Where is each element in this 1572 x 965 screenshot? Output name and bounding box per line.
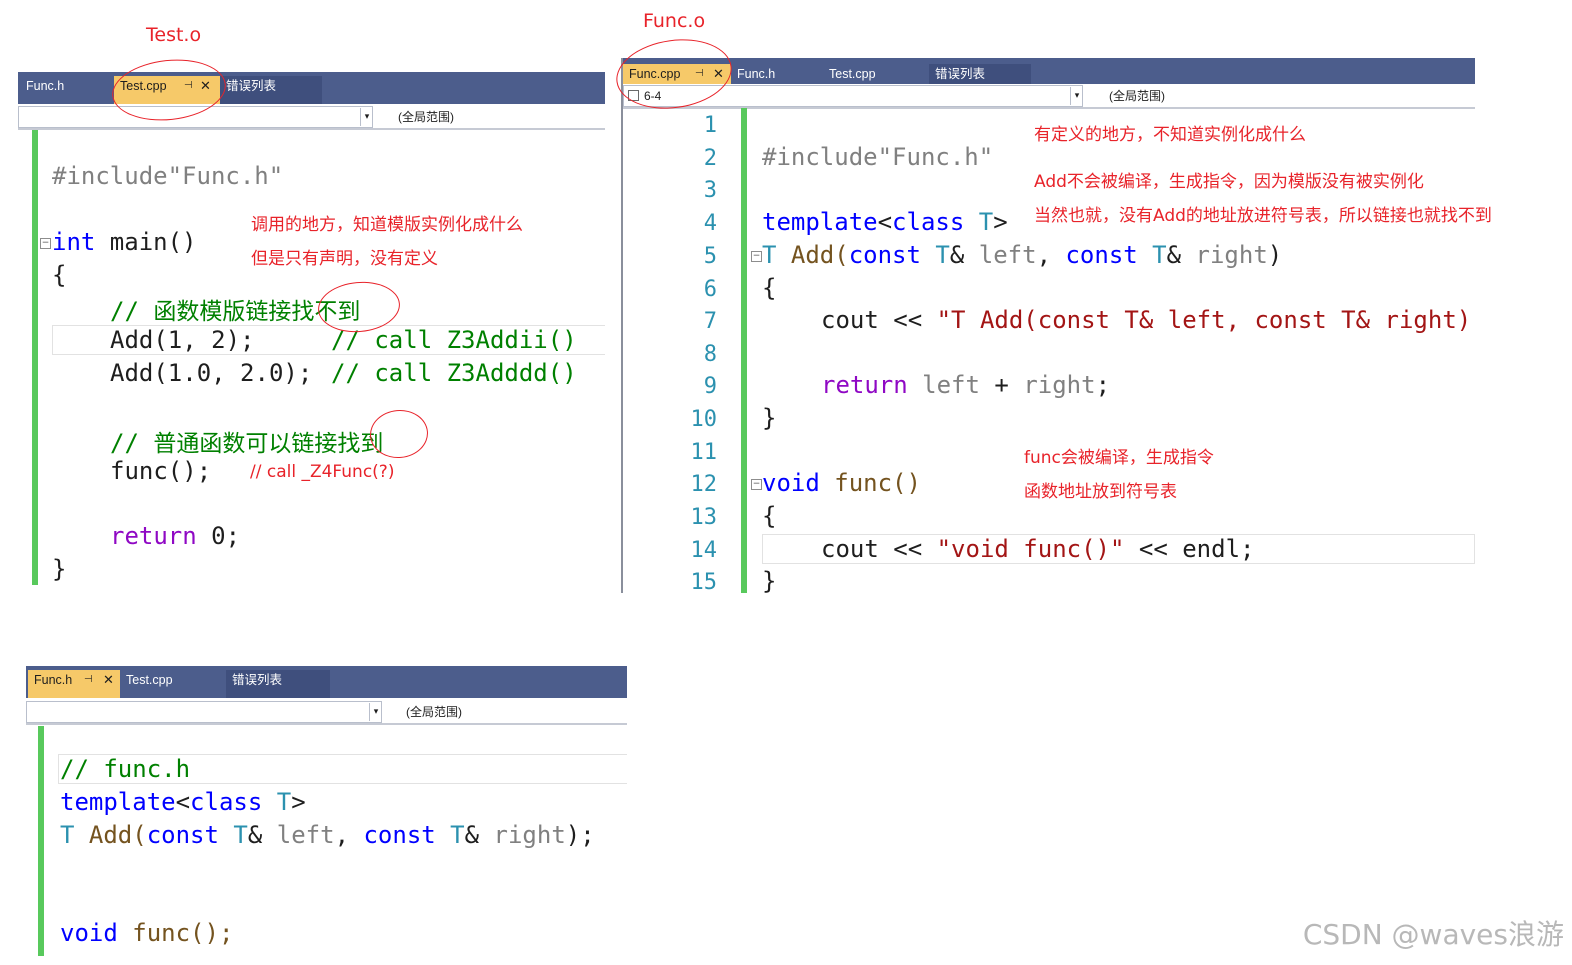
code-line-func-close-brace: } (762, 567, 777, 593)
tab-test-cpp[interactable]: Test.cpp (120, 670, 226, 698)
line-number: 9 (703, 374, 717, 399)
change-bar (32, 130, 38, 585)
line-number: 6 (703, 277, 717, 302)
tab-error-list[interactable]: 错误列表 (220, 76, 322, 104)
line-number: 7 (703, 309, 717, 334)
annotation-def-site-1: 有定义的地方，不知道实例化成什么 (1034, 125, 1306, 145)
test-cpp-editor: Func.h Test.cpp ⊣ ✕ 错误列表 ▾ (全局范围) − #inc… (18, 72, 605, 592)
code-line-add-close-brace: } (762, 404, 777, 432)
line-number: 12 (690, 472, 718, 497)
code-line-template: template<class T> (762, 208, 1008, 236)
tab-func-h[interactable]: Func.h ⊣ ✕ (28, 670, 120, 698)
code-line-return: return 0; (110, 522, 241, 550)
func-h-editor: Func.h ⊣ ✕ Test.cpp 错误列表 ▾ (全局范围) // fun… (26, 666, 627, 956)
annotation-def-site-2: Add不会被编译，生成指令，因为模版没有被实例化 (1034, 172, 1424, 192)
change-bar (38, 726, 44, 956)
code-line-comment-normal: // 普通函数可以链接找到 (110, 429, 384, 457)
code-line-add-declaration: T Add(const T& left, const T& right); (60, 821, 595, 849)
line-number: 5 (703, 244, 717, 269)
line-number: 4 (703, 211, 717, 236)
tab-func-h[interactable]: Func.h (731, 64, 823, 84)
annotation-call-site-2: 但是只有声明，没有定义 (251, 249, 438, 269)
navigation-bar: ▾ (全局范围) (18, 106, 605, 130)
code-line-func-open-brace: { (762, 502, 777, 530)
fold-icon[interactable]: − (751, 251, 762, 262)
pin-icon[interactable]: ⊣ (84, 670, 93, 690)
annotation-func-site-2: 函数地址放到符号表 (1024, 482, 1177, 502)
scope-dropdown[interactable]: (全局范围) (406, 701, 462, 723)
tab-error-list[interactable]: 错误列表 (226, 670, 330, 698)
line-number: 15 (690, 570, 718, 593)
code-line-return: return left + right; (821, 371, 1111, 399)
tab-error-list[interactable]: 错误列表 (929, 64, 1031, 84)
fold-icon[interactable]: − (40, 238, 51, 249)
code-line-func-signature: void func() (762, 469, 921, 497)
annotation-call-site-1: 调用的地方，知道模版实例化成什么 (251, 215, 523, 235)
code-line-cout-add: cout << "T Add(const T& left, const T& r… (821, 306, 1472, 334)
annotation-func-site-1: func会被编译，生成指令 (1024, 448, 1214, 468)
code-line-template: template<class T> (60, 788, 306, 816)
code-line-cout-func: cout << "void func()" << endl; (821, 535, 1255, 563)
code-line-include: #include"Func.h" (52, 162, 284, 190)
line-number: 13 (690, 505, 718, 530)
line-number: 1 (703, 113, 717, 138)
chevron-down-icon[interactable]: ▾ (369, 703, 382, 721)
chevron-down-icon[interactable]: ▾ (360, 108, 373, 126)
annotation-def-site-3: 当然也就，没有Add的地址放进符号表，所以链接也就找不到 (1034, 206, 1492, 226)
chevron-down-icon[interactable]: ▾ (1070, 87, 1083, 105)
code-line-main: int main() (52, 228, 197, 256)
line-number: 10 (690, 407, 718, 432)
tab-bar: Func.cpp ⊣ ✕ Func.h Test.cpp 错误列表 (623, 58, 1475, 84)
scope-dropdown[interactable]: (全局范围) (398, 106, 454, 128)
code-line-include: #include"Func.h" (762, 143, 994, 171)
fold-icon[interactable]: − (751, 479, 762, 490)
line-number: 2 (703, 146, 717, 171)
line-number: 11 (690, 440, 718, 465)
line-number: 3 (703, 178, 717, 203)
navigation-bar: 6-4 ▾ (全局范围) (623, 85, 1475, 109)
code-line-func-call: func(); (110, 457, 212, 485)
project-dropdown[interactable] (26, 701, 382, 723)
change-bar (741, 108, 747, 593)
code-line-open-brace: { (52, 261, 67, 289)
tab-func-h[interactable]: Func.h (20, 76, 112, 104)
watermark: CSDN @waves浪游 (1302, 918, 1564, 951)
tab-bar: Func.h ⊣ ✕ Test.cpp 错误列表 (26, 666, 627, 698)
close-icon[interactable]: ✕ (103, 670, 114, 690)
code-line-add-open-brace: { (762, 274, 777, 302)
code-line-comment: // func.h (60, 755, 191, 783)
code-line-close-brace: } (52, 555, 67, 583)
code-line-add-signature: T Add(const T& left, const T& right) (762, 241, 1283, 269)
tab-bar: Func.h Test.cpp ⊣ ✕ 错误列表 (18, 72, 605, 104)
annotation-func-call-hint: // call _Z4Func(?) (250, 462, 395, 482)
code-line-add-int: Add(1, 2); (110, 326, 255, 354)
code-line-add-double: Add(1.0, 2.0); (110, 359, 313, 387)
navigation-bar: ▾ (全局范围) (26, 701, 627, 725)
scope-dropdown[interactable]: (全局范围) (1109, 85, 1165, 107)
func-o-label: Func.o (643, 10, 706, 32)
line-number: 8 (703, 342, 717, 367)
code-line-func-declaration: void func(); (60, 919, 234, 947)
line-number: 14 (690, 538, 718, 563)
test-o-label: Test.o (146, 24, 202, 46)
tab-test-cpp[interactable]: Test.cpp (823, 64, 929, 84)
code-line-add-double-comment: // call Z3Adddd() (331, 359, 577, 387)
